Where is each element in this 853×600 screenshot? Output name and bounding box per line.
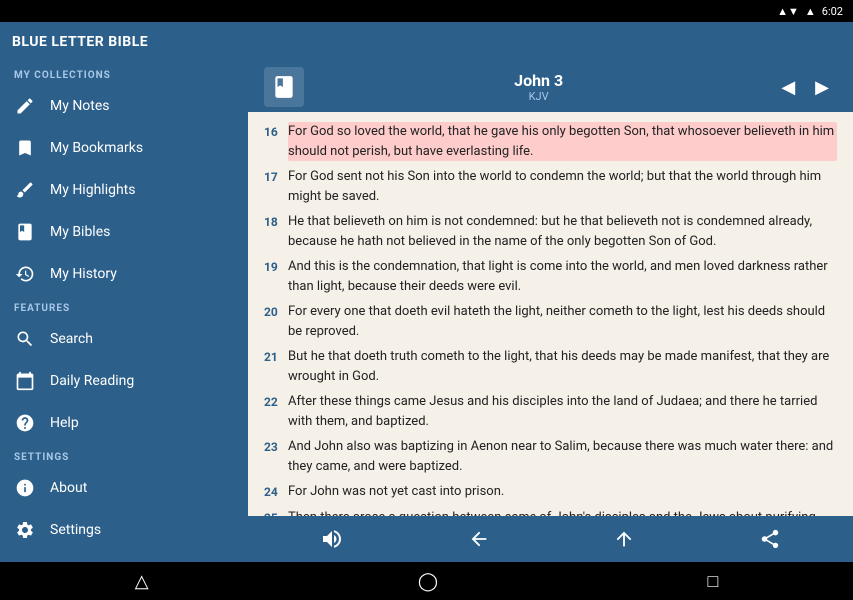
verse-23: 23 And John also was baptizing in Aenon …: [264, 437, 837, 476]
bibles-icon: [14, 221, 36, 243]
verse-16: 16 For God so loved the world, that he g…: [264, 122, 837, 161]
verse-17: 17 For God sent not his Son into the wor…: [264, 167, 837, 206]
sidebar-item-daily-reading[interactable]: Daily Reading: [0, 360, 248, 402]
android-back-button[interactable]: △: [115, 567, 169, 596]
bible-logo: [264, 67, 304, 107]
my-highlights-label: My Highlights: [50, 182, 135, 198]
my-history-label: My History: [50, 266, 117, 282]
verse-num: 18: [264, 213, 288, 251]
sidebar-item-backup-restore[interactable]: Backup/Restore: [0, 551, 248, 562]
verse-text: After these things came Jesus and his di…: [288, 392, 837, 431]
share-button[interactable]: [747, 524, 793, 554]
prev-chapter-button[interactable]: ◀: [773, 73, 803, 102]
settings-section-label: SETTINGS: [0, 444, 248, 467]
verse-num: 17: [264, 168, 288, 206]
verse-text: He that believeth on him is not condemne…: [288, 212, 837, 251]
verse-text: And this is the condemnation, that light…: [288, 257, 837, 296]
my-bookmarks-label: My Bookmarks: [50, 140, 143, 156]
chapter-info: John 3 KJV: [514, 71, 563, 103]
sidebar-item-about[interactable]: About: [0, 467, 248, 509]
status-bar: ▲▼ ▲ 6:02: [0, 0, 853, 22]
up-arrow-button[interactable]: [601, 524, 647, 554]
verse-num: 23: [264, 438, 288, 476]
bottom-toolbar: [248, 516, 853, 562]
verse-22: 22 After these things came Jesus and his…: [264, 392, 837, 431]
sidebar: MY COLLECTIONS My Notes My Bookmarks: [0, 62, 248, 562]
settings-label: Settings: [50, 522, 101, 538]
top-bar: BLUE LETTER BIBLE: [0, 22, 853, 62]
sidebar-item-settings[interactable]: Settings: [0, 509, 248, 551]
daily-reading-label: Daily Reading: [50, 373, 134, 389]
verse-text: Then there arose a question between some…: [288, 508, 837, 517]
verse-text: For every one that doeth evil hateth the…: [288, 302, 837, 341]
verse-num: 20: [264, 303, 288, 341]
next-chapter-button[interactable]: ▶: [807, 73, 837, 102]
sidebar-item-my-notes[interactable]: My Notes: [0, 85, 248, 127]
signal-icon: ▲: [805, 5, 816, 18]
highlights-icon: [14, 179, 36, 201]
content-area: MY COLLECTIONS My Notes My Bookmarks: [0, 62, 853, 562]
android-home-button[interactable]: ◯: [398, 567, 458, 596]
my-collections-label: MY COLLECTIONS: [0, 62, 248, 85]
verse-num: 25: [264, 509, 288, 517]
history-icon: [14, 263, 36, 285]
verse-18: 18 He that believeth on him is not conde…: [264, 212, 837, 251]
verse-20: 20 For every one that doeth evil hateth …: [264, 302, 837, 341]
settings-icon: [14, 519, 36, 541]
verse-num: 21: [264, 348, 288, 386]
wifi-icon: ▲▼: [777, 5, 799, 18]
features-label: FEATURES: [0, 295, 248, 318]
verse-text: For God so loved the world, that he gave…: [288, 122, 837, 161]
help-icon: [14, 412, 36, 434]
sidebar-item-my-bibles[interactable]: My Bibles: [0, 211, 248, 253]
verse-text: But he that doeth truth cometh to the li…: [288, 347, 837, 386]
verse-num: 22: [264, 393, 288, 431]
sidebar-item-my-highlights[interactable]: My Highlights: [0, 169, 248, 211]
chapter-title: John 3: [514, 71, 563, 90]
sidebar-item-help[interactable]: Help: [0, 402, 248, 444]
sidebar-item-my-history[interactable]: My History: [0, 253, 248, 295]
verse-num: 19: [264, 258, 288, 296]
reading-pane: John 3 KJV ◀ ▶ 16 For God so loved the w…: [248, 62, 853, 562]
bible-text: 16 For God so loved the world, that he g…: [248, 112, 853, 516]
clock: 6:02: [822, 5, 843, 18]
my-bibles-label: My Bibles: [50, 224, 110, 240]
chapter-version: KJV: [529, 90, 549, 103]
app-title: BLUE LETTER BIBLE: [12, 34, 148, 50]
verse-num: 16: [264, 123, 288, 161]
verse-19: 19 And this is the condemnation, that li…: [264, 257, 837, 296]
notes-icon: [14, 95, 36, 117]
about-icon: [14, 477, 36, 499]
my-notes-label: My Notes: [50, 98, 110, 114]
app: BLUE LETTER BIBLE MY COLLECTIONS My Note…: [0, 22, 853, 562]
about-label: About: [50, 480, 87, 496]
android-recent-button[interactable]: □: [687, 567, 738, 596]
sidebar-item-search[interactable]: Search: [0, 318, 248, 360]
verse-text: And John also was baptizing in Aenon nea…: [288, 437, 837, 476]
reading-header: John 3 KJV ◀ ▶: [248, 62, 853, 112]
verse-24: 24 For John was not yet cast into prison…: [264, 482, 837, 502]
verse-text: For John was not yet cast into prison.: [288, 482, 837, 502]
verse-21: 21 But he that doeth truth cometh to the…: [264, 347, 837, 386]
verse-25: 25 Then there arose a question between s…: [264, 508, 837, 517]
search-label: Search: [50, 331, 93, 347]
sidebar-item-my-bookmarks[interactable]: My Bookmarks: [0, 127, 248, 169]
verse-num: 24: [264, 483, 288, 502]
android-nav-bar: △ ◯ □: [0, 562, 853, 600]
help-label: Help: [50, 415, 79, 431]
back-arrow-button[interactable]: [456, 524, 502, 554]
verse-text: For God sent not his Son into the world …: [288, 167, 837, 206]
bookmarks-icon: [14, 137, 36, 159]
daily-reading-icon: [14, 370, 36, 392]
audio-button[interactable]: [308, 523, 356, 555]
search-icon: [14, 328, 36, 350]
